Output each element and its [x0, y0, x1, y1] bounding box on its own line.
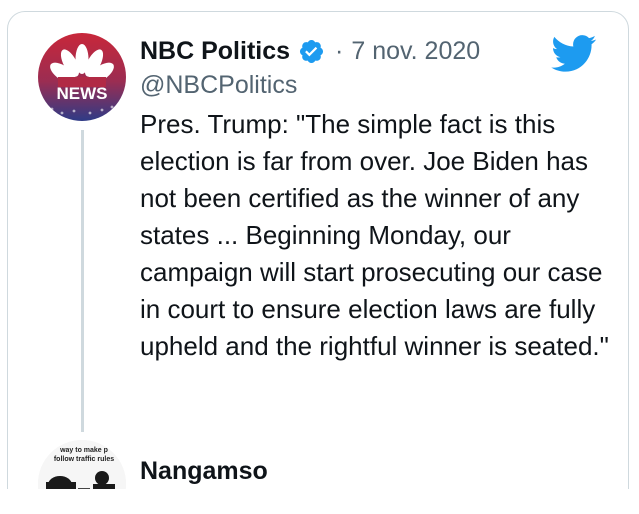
tweet-body-text: Pres. Trump: "The simple fact is this el… — [140, 109, 609, 361]
verified-badge-icon — [298, 38, 325, 65]
header-separator: · — [335, 36, 344, 65]
tweet-header: NBC Politics · 7 nov. 2020 — [140, 34, 480, 68]
author-handle[interactable]: @NBCPolitics — [140, 71, 297, 100]
tweet-date[interactable]: 7 nov. 2020 — [351, 37, 480, 66]
author-avatar[interactable]: NEWS — [38, 33, 126, 121]
reply-author-name[interactable]: Nangamso — [140, 457, 268, 486]
reply-avatar-caption-1: way to make p — [59, 447, 108, 454]
thread-connector-line — [81, 130, 84, 432]
nbc-news-logo: NEWS — [38, 33, 126, 121]
twitter-bird-icon[interactable] — [551, 35, 597, 73]
avatar-news-text: NEWS — [57, 84, 108, 103]
screenshot-bottom-edge — [0, 489, 639, 514]
tweet-embed-page: NEWS NBC Politics · 7 nov. 2020 @NBCPoli… — [0, 0, 639, 514]
author-name[interactable]: NBC Politics — [140, 37, 290, 66]
reply-avatar-caption-2: follow traffic rules — [54, 456, 114, 463]
